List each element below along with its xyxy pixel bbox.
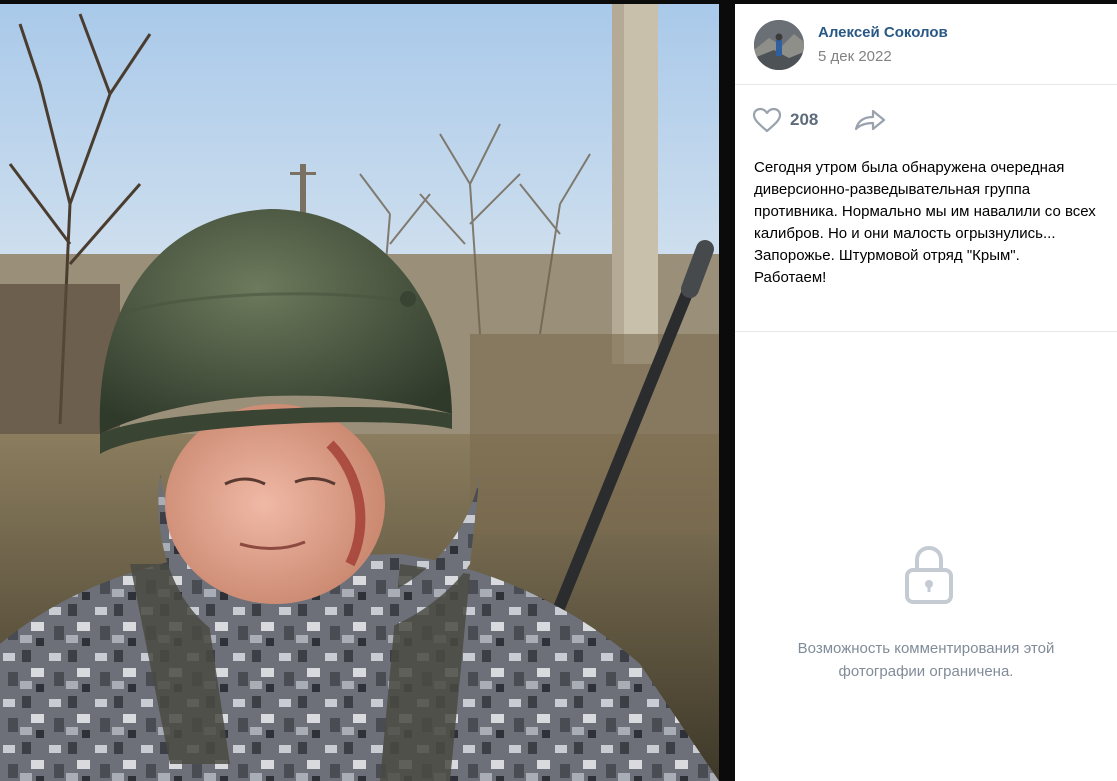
author-name-link[interactable]: Алексей Соколов: [818, 24, 948, 41]
post-text: Сегодня утром была обнаружена очередная …: [754, 159, 1096, 286]
post-date[interactable]: 5 дек 2022: [818, 48, 892, 65]
post-actions: 208: [735, 100, 1117, 140]
avatar-image: [754, 20, 804, 70]
heart-icon: [752, 107, 782, 133]
like-count: 208: [790, 110, 819, 129]
divider: [735, 331, 1117, 332]
photo-viewer: Алексей Соколов 5 дек 2022 208 Сегодня у…: [0, 0, 1117, 781]
post-side-panel: Алексей Соколов 5 дек 2022 208 Сегодня у…: [735, 4, 1117, 781]
share-arrow-icon: [854, 109, 886, 131]
post-photo[interactable]: [0, 4, 719, 781]
share-button[interactable]: [853, 107, 887, 133]
photo-illustration: [0, 4, 719, 781]
lock-icon: [903, 544, 955, 606]
avatar[interactable]: [754, 20, 804, 70]
comments-restricted-note: Возможность комментирования этой фотогра…: [797, 640, 1055, 680]
post-author-header: Алексей Соколов 5 дек 2022: [735, 4, 1117, 85]
like-button[interactable]: 208: [752, 105, 818, 135]
